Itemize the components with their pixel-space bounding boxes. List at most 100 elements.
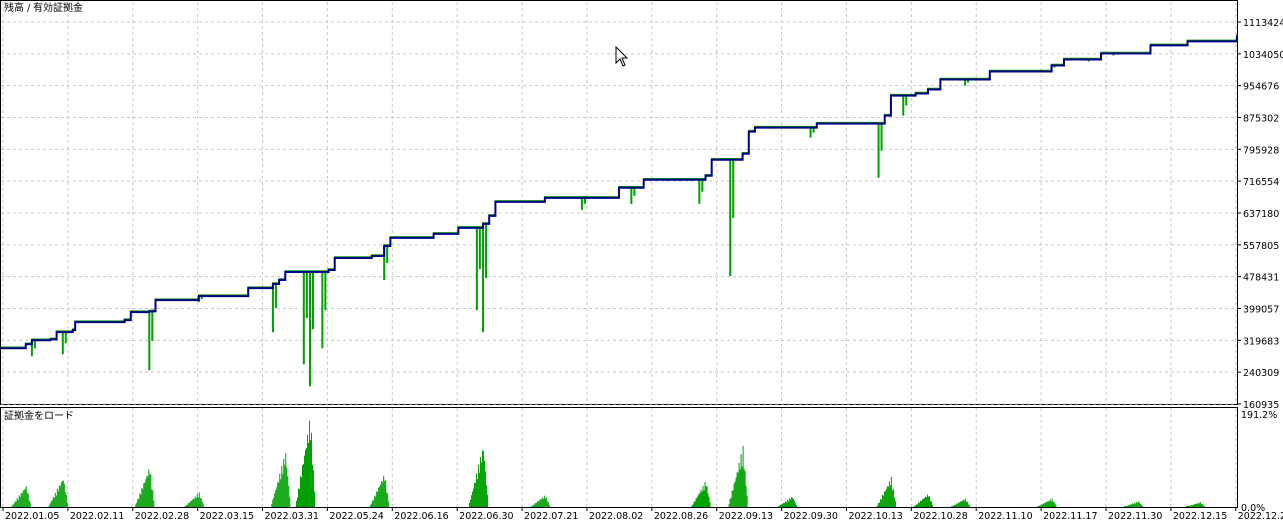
margin-load-bar	[383, 475, 385, 507]
margin-load-bar	[308, 442, 309, 507]
margin-load-bar	[962, 500, 964, 507]
margin-load-bar	[471, 495, 473, 507]
margin-load-bar	[486, 485, 488, 507]
margin-load-bar	[893, 497, 895, 507]
margin-load-bar	[692, 504, 694, 507]
margin-load-bar	[782, 503, 784, 507]
margin-load-bar	[484, 460, 486, 507]
margin-load-bar	[282, 474, 284, 507]
margin-load-bar	[698, 493, 700, 507]
margin-load-bar	[18, 495, 20, 507]
margin-load-bar	[388, 501, 390, 507]
margin-load-bar	[381, 481, 383, 507]
margin-load-bar	[542, 498, 544, 507]
margin-load-bar	[927, 494, 928, 507]
margin-load-bar	[27, 494, 29, 507]
margin-load-bar	[956, 503, 958, 507]
x-tick-label: 2022.06.16	[394, 511, 448, 522]
margin-load-bar	[311, 432, 312, 507]
margin-load-bar	[379, 486, 381, 507]
y-tick-label: 557805	[1243, 241, 1279, 252]
margin-load-bar	[64, 492, 66, 507]
y-tick-label: 637180	[1243, 209, 1279, 220]
margin-load-bar	[371, 503, 373, 507]
margin-load-bar	[1132, 503, 1134, 507]
margin-load-bar	[149, 474, 151, 507]
margin-load-bar	[741, 466, 743, 507]
legend-equity: 有効証拠金	[33, 1, 83, 14]
margin-load-bar	[384, 481, 386, 507]
x-tick-label: 2022.07.21	[524, 511, 578, 522]
margin-load-bar	[11, 505, 13, 507]
margin-load-bar	[275, 490, 277, 507]
margin-load-bar	[14, 501, 16, 507]
y-tick-label: 478431	[1243, 273, 1279, 284]
margin-load-bar	[145, 479, 147, 507]
margin-load-bar	[1050, 501, 1052, 507]
margin-load-bar	[380, 484, 382, 507]
margin-load-bar	[779, 505, 781, 507]
margin-load-bar	[26, 492, 28, 507]
margin-load-bar	[15, 501, 17, 507]
legend-separator: /	[27, 3, 31, 14]
margin-load-bar	[1041, 504, 1043, 507]
margin-load-bar	[483, 451, 485, 507]
margin-load-bar	[708, 496, 710, 507]
margin-load-bar	[1198, 503, 1200, 507]
margin-load-bar	[1043, 503, 1045, 507]
margin-load-bar	[479, 472, 481, 507]
margin-load-bar	[63, 483, 65, 507]
margin-load-bar	[931, 501, 932, 507]
margin-load-bar	[695, 498, 697, 507]
y-tick-label: 716554	[1243, 177, 1279, 188]
margin-load-bar	[701, 491, 703, 507]
x-tick-label: 2022.11.17	[1043, 511, 1097, 522]
margin-load-bar	[703, 490, 705, 507]
margin-load-bar	[57, 491, 59, 507]
margin-load-bar	[16, 498, 18, 507]
margin-load-bar	[28, 500, 30, 507]
margin-load-bar	[734, 481, 736, 507]
margin-load-bar	[746, 495, 748, 507]
x-tick-label: 2022.09.13	[719, 511, 773, 522]
margin-load-bar	[534, 502, 536, 507]
margin-load-bar	[914, 506, 915, 507]
margin-load-bar	[470, 499, 472, 507]
margin-load-bar	[1051, 498, 1053, 507]
margin-load-bar	[878, 502, 880, 507]
margin-load-bar	[21, 493, 23, 507]
margin-load-bar	[742, 445, 744, 507]
margin-load-bar	[1203, 506, 1205, 507]
margin-y-tick-label: 191.2%	[1241, 410, 1277, 421]
margin-load-bar	[968, 504, 970, 507]
margin-load-bar	[732, 490, 734, 507]
margin-load-bar	[1137, 502, 1139, 507]
margin-load-bar	[702, 485, 704, 507]
margin-load-bar	[273, 497, 275, 507]
margin-load-bar	[54, 492, 56, 507]
margin-load-bar	[920, 500, 921, 507]
x-tick-label: 2022.12.23	[1238, 511, 1283, 522]
margin-load-bar	[307, 434, 308, 507]
margin-load-bar	[888, 481, 890, 507]
margin-load-bar	[274, 493, 276, 507]
margin-load-bar	[783, 502, 785, 507]
margin-load-bar	[738, 462, 740, 507]
margin-load-bar	[1127, 505, 1129, 507]
margin-load-bar	[312, 464, 313, 507]
margin-load-bar	[186, 504, 188, 507]
margin-load-bar	[376, 491, 378, 507]
margin-load-bar	[531, 505, 533, 507]
margin-load-bar	[151, 489, 153, 507]
margin-load-bar	[62, 480, 64, 507]
margin-load-bar	[778, 506, 780, 507]
margin-load-bar	[699, 493, 701, 507]
margin-load-bar	[377, 491, 379, 507]
margin-load-bar	[305, 449, 306, 507]
margin-load-bar	[1129, 504, 1131, 507]
margin-load-bar	[1196, 503, 1198, 507]
margin-load-bar	[286, 467, 288, 507]
margin-load-bar	[530, 506, 532, 507]
margin-load-bar	[22, 490, 24, 507]
margin-load-bar	[51, 500, 53, 507]
